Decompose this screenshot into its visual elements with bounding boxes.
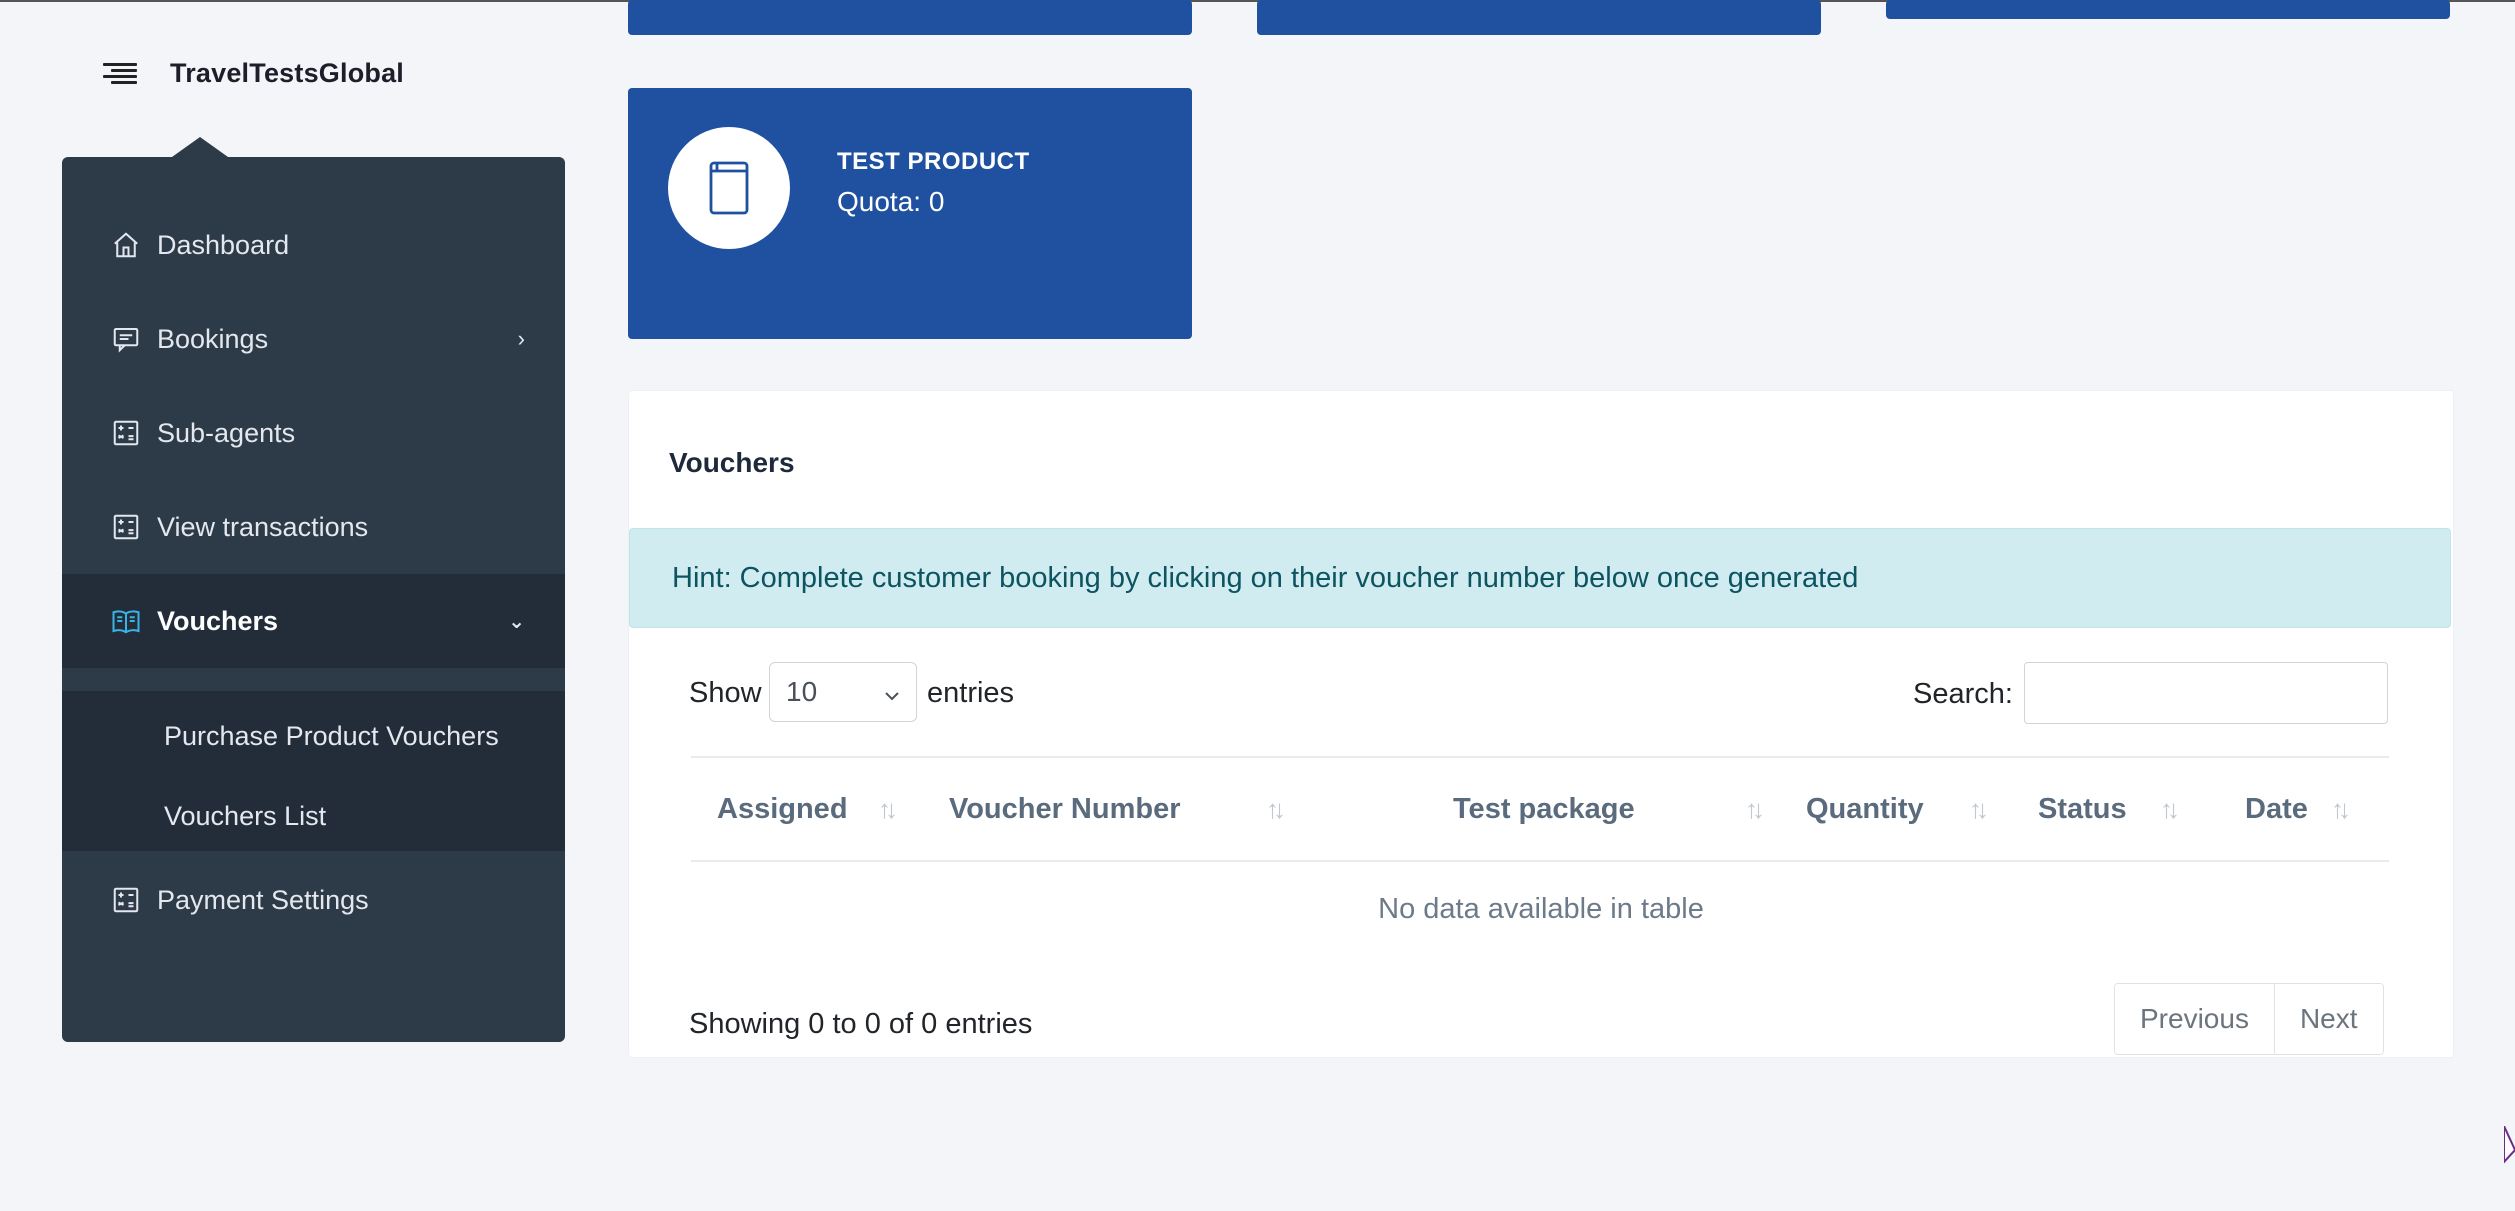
sidebar-item-label: Payment Settings <box>157 884 369 915</box>
sidebar-item-view-transactions[interactable]: View transactions <box>62 480 565 574</box>
book-icon <box>709 161 749 215</box>
entries-label: entries <box>927 677 1015 709</box>
sort-icon: ↑↓ <box>2331 794 2351 824</box>
table-info: Showing 0 to 0 of 0 entries <box>689 1008 1033 1040</box>
chevron-down-icon: ⌄ <box>508 610 525 633</box>
column-header-assigned[interactable]: Assigned <box>717 758 848 860</box>
calculator-icon <box>109 510 143 544</box>
search-label: Search: <box>1913 678 2013 710</box>
sidebar-item-vouchers[interactable]: Vouchers ⌄ <box>62 574 565 668</box>
stat-card-3 <box>1886 0 2450 19</box>
hint-alert: Hint: Complete customer booking by click… <box>629 528 2451 628</box>
sort-icon: ↑↓ <box>1266 794 1286 824</box>
next-button[interactable]: Next <box>2273 984 2383 1054</box>
sidebar-item-label: View transactions <box>157 511 369 542</box>
brand-header: TravelTestsGlobal <box>103 53 404 93</box>
sidebar-item-dashboard[interactable]: Dashboard <box>62 198 565 292</box>
entries-length-value: 10 <box>786 676 818 707</box>
stat-card-2 <box>1257 0 1821 35</box>
sidebar-item-payment-settings[interactable]: Payment Settings <box>62 853 565 947</box>
sort-icon: ↑↓ <box>1745 794 1765 824</box>
product-title: TEST PRODUCT <box>837 148 1030 175</box>
column-header-status[interactable]: Status <box>2038 758 2127 860</box>
panel-title: Vouchers <box>669 447 795 478</box>
vouchers-panel: Vouchers Hint: Complete customer booking… <box>628 390 2454 1058</box>
calculator-icon <box>109 883 143 917</box>
chevron-down-icon <box>882 681 902 713</box>
pagination: Previous Next <box>2114 983 2384 1055</box>
sort-icon: ↑↓ <box>2160 794 2180 824</box>
column-header-quantity[interactable]: Quantity <box>1806 758 1924 860</box>
submenu-item-purchase-product-vouchers[interactable]: Purchase Product Vouchers <box>164 721 499 752</box>
chevron-right-icon: › <box>517 326 525 351</box>
sort-icon: ↑↓ <box>1969 794 1989 824</box>
empty-table-message: No data available in table <box>1378 893 1704 925</box>
book-icon <box>109 604 143 638</box>
product-quota-card: TEST PRODUCT Quota: 0 <box>628 88 1192 339</box>
column-header-voucher-number[interactable]: Voucher Number <box>949 758 1181 860</box>
menu-toggle-icon[interactable] <box>103 59 139 87</box>
previous-button[interactable]: Previous <box>2115 984 2274 1054</box>
entries-length-select[interactable]: 10 <box>769 662 917 722</box>
message-icon <box>109 322 143 356</box>
vouchers-submenu: Purchase Product Vouchers Vouchers List <box>62 691 565 851</box>
sidebar-item-label: Vouchers <box>157 605 279 636</box>
sidebar-item-bookings[interactable]: Bookings › <box>62 292 565 386</box>
submenu-item-vouchers-list[interactable]: Vouchers List <box>164 801 326 832</box>
show-label: Show <box>689 677 762 709</box>
product-quota: Quota: 0 <box>837 186 945 217</box>
sort-icon: ↑↓ <box>878 794 898 824</box>
mouse-cursor-icon <box>2504 1126 2515 1164</box>
sidebar-item-label: Bookings <box>157 323 269 354</box>
home-icon <box>109 228 143 262</box>
sidebar-item-sub-agents[interactable]: Sub-agents <box>62 386 565 480</box>
sidebar-item-label: Sub-agents <box>157 417 296 448</box>
table-header: Assigned ↑↓ Voucher Number ↑↓ Test packa… <box>691 756 2389 862</box>
brand-name: TravelTestsGlobal <box>170 57 404 88</box>
sidebar: Dashboard Bookings › Sub-agents View tra… <box>62 137 565 1042</box>
column-header-test-package[interactable]: Test package <box>1453 758 1635 860</box>
sidebar-item-label: Dashboard <box>157 229 290 260</box>
product-icon-circle <box>668 127 790 249</box>
stat-card-1 <box>628 0 1192 35</box>
column-header-date[interactable]: Date <box>2245 758 2308 860</box>
calculator-icon <box>109 416 143 450</box>
search-input[interactable] <box>2024 662 2388 724</box>
